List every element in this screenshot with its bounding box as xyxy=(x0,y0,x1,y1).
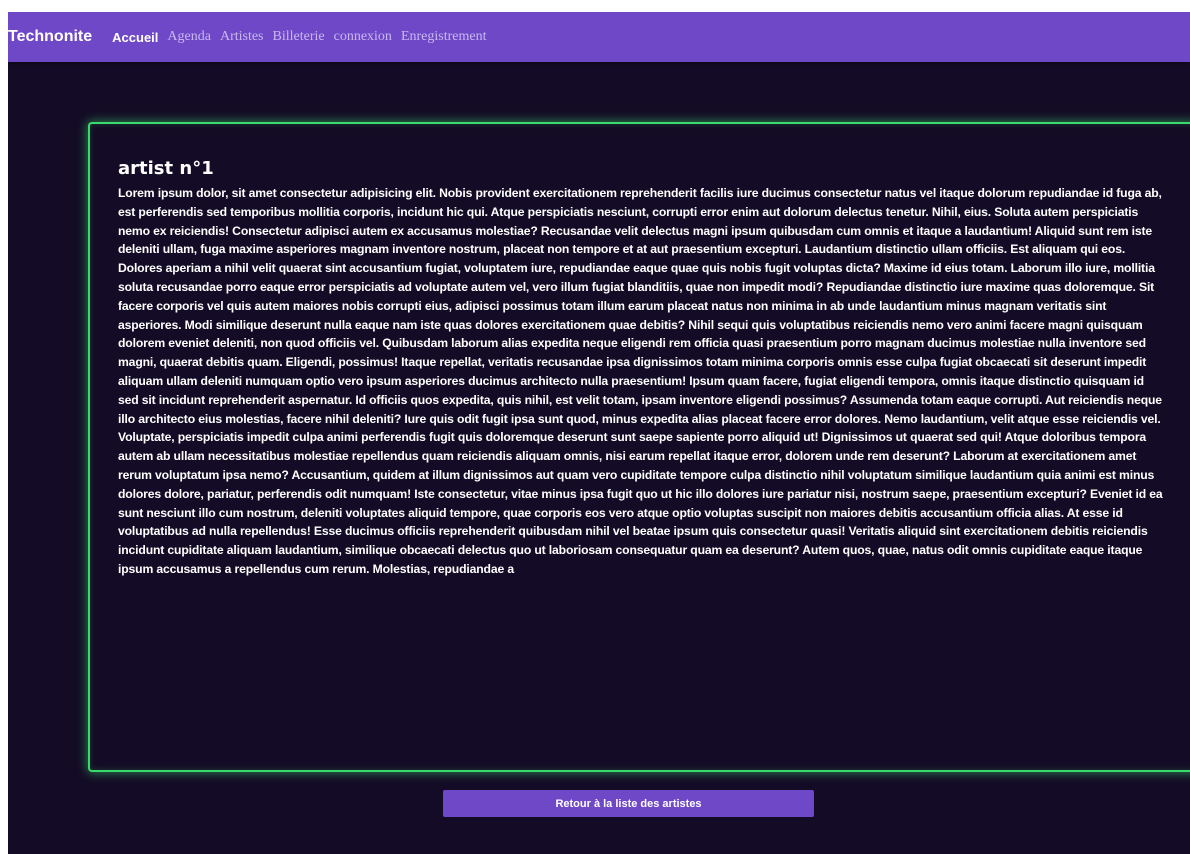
navbar: Technonite Accueil Agenda Artistes Bille… xyxy=(8,12,1190,62)
nav-link-billeterie[interactable]: Billeterie xyxy=(273,29,325,45)
artist-title: artist n°1 xyxy=(118,158,214,179)
artist-description: Lorem ipsum dolor, sit amet consectetur … xyxy=(118,186,1163,576)
brand-logo[interactable]: Technonite xyxy=(8,28,92,46)
nav-link-artistes[interactable]: Artistes xyxy=(220,29,264,45)
back-to-artists-button[interactable]: Retour à la liste des artistes xyxy=(443,790,814,817)
nav-link-accueil[interactable]: Accueil xyxy=(112,30,158,45)
nav-link-connexion[interactable]: connexion xyxy=(334,29,392,45)
nav-link-enregistrement[interactable]: Enregistrement xyxy=(401,29,487,45)
artist-card: artist n°1 Lorem ipsum dolor, sit amet c… xyxy=(88,122,1190,772)
page-frame: Technonite Accueil Agenda Artistes Bille… xyxy=(8,12,1190,854)
nav-link-agenda[interactable]: Agenda xyxy=(167,29,211,45)
